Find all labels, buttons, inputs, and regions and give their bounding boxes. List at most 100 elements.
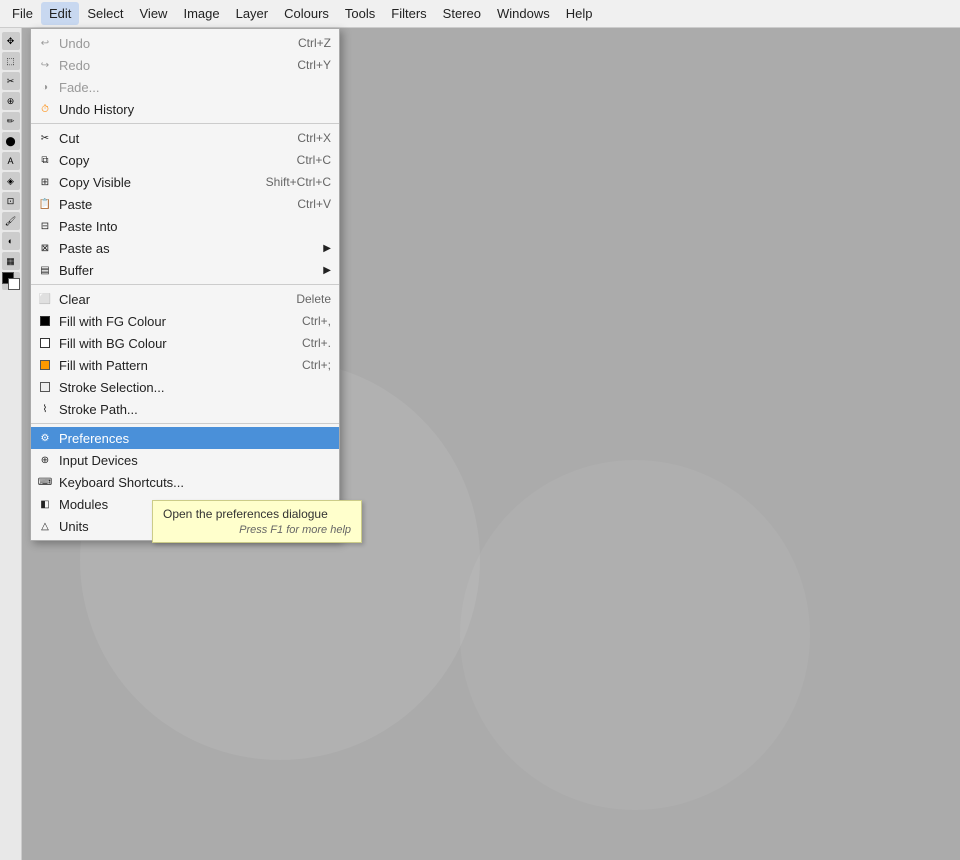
menu-item-paste-as-label: Paste as: [59, 241, 323, 256]
menu-item-stroke-path[interactable]: ⌇ Stroke Path...: [31, 398, 339, 420]
edit-dropdown-menu: ↩ Undo Ctrl+Z ↪ Redo Ctrl+Y ◑ Fade... ⏱ …: [30, 28, 340, 541]
menubar-item-layer[interactable]: Layer: [228, 2, 277, 25]
menu-item-buffer-label: Buffer: [59, 263, 323, 278]
menu-item-fade-label: Fade...: [59, 80, 331, 95]
menu-item-clear[interactable]: ⬜ Clear Delete: [31, 288, 339, 310]
bg-decoration-2: [460, 460, 810, 810]
menubar-item-help[interactable]: Help: [558, 2, 601, 25]
menubar-item-colours[interactable]: Colours: [276, 2, 337, 25]
menu-item-redo-label: Redo: [59, 58, 277, 73]
fill-pattern-icon: [37, 357, 53, 373]
undo-icon: ↩: [37, 35, 53, 51]
units-icon: △: [37, 518, 53, 534]
redo-icon: ↪: [37, 57, 53, 73]
menu-item-undo-history[interactable]: ⏱ Undo History: [31, 98, 339, 120]
menubar-item-tools[interactable]: Tools: [337, 2, 383, 25]
copy-icon: ⧉: [37, 152, 53, 168]
menu-item-paste-shortcut: Ctrl+V: [277, 197, 331, 211]
tool-5[interactable]: ✏: [2, 112, 20, 130]
paste-as-icon: ⊠: [37, 240, 53, 256]
menu-item-undo[interactable]: ↩ Undo Ctrl+Z: [31, 32, 339, 54]
menu-item-copy-visible-label: Copy Visible: [59, 175, 246, 190]
menu-item-keyboard-shortcuts-label: Keyboard Shortcuts...: [59, 475, 331, 490]
menu-item-paste-into[interactable]: ⊟ Paste Into: [31, 215, 339, 237]
undo-history-icon: ⏱: [37, 101, 53, 117]
menu-item-clear-label: Clear: [59, 292, 276, 307]
fill-fg-icon: [37, 313, 53, 329]
buffer-arrow: ▶: [323, 265, 331, 276]
menu-item-buffer[interactable]: ▤ Buffer ▶: [31, 259, 339, 281]
menu-item-stroke-selection-label: Stroke Selection...: [59, 380, 331, 395]
menu-item-fade[interactable]: ◑ Fade...: [31, 76, 339, 98]
menu-item-fill-bg[interactable]: Fill with BG Colour Ctrl+.: [31, 332, 339, 354]
tool-3[interactable]: ✂: [2, 72, 20, 90]
menu-item-preferences-label: Preferences: [59, 431, 331, 446]
menu-item-preferences[interactable]: ⚙ Preferences: [31, 427, 339, 449]
menu-item-undo-shortcut: Ctrl+Z: [278, 36, 331, 50]
tool-fg-bg[interactable]: [2, 272, 20, 290]
clear-icon: ⬜: [37, 291, 53, 307]
tool-11[interactable]: ◐: [2, 232, 20, 250]
menubar-item-stereo[interactable]: Stereo: [435, 2, 489, 25]
cut-icon: ✂: [37, 130, 53, 146]
menu-item-fill-pattern-shortcut: Ctrl+;: [282, 358, 331, 372]
stroke-path-icon: ⌇: [37, 401, 53, 417]
menu-item-copy-visible-shortcut: Shift+Ctrl+C: [246, 175, 331, 189]
menu-item-paste-into-label: Paste Into: [59, 219, 331, 234]
menu-item-paste-as[interactable]: ⊠ Paste as ▶: [31, 237, 339, 259]
menu-item-copy[interactable]: ⧉ Copy Ctrl+C: [31, 149, 339, 171]
tool-1[interactable]: ✥: [2, 32, 20, 50]
tooltip-hint-text: Press F1 for more help: [163, 524, 351, 536]
fill-bg-icon: [37, 335, 53, 351]
menubar-item-select[interactable]: Select: [79, 2, 131, 25]
input-devices-icon: ⊕: [37, 452, 53, 468]
menu-item-fill-bg-label: Fill with BG Colour: [59, 336, 282, 351]
menu-item-keyboard-shortcuts[interactable]: ⌨ Keyboard Shortcuts...: [31, 471, 339, 493]
paste-as-arrow: ▶: [323, 243, 331, 254]
separator-1: [31, 123, 339, 124]
menu-item-fill-pattern-label: Fill with Pattern: [59, 358, 282, 373]
separator-2: [31, 284, 339, 285]
menubar-item-image[interactable]: Image: [175, 2, 227, 25]
tool-7[interactable]: A: [2, 152, 20, 170]
menubar-item-file[interactable]: File: [4, 2, 41, 25]
menu-item-cut-label: Cut: [59, 131, 277, 146]
menubar-item-windows[interactable]: Windows: [489, 2, 558, 25]
menubar-item-view[interactable]: View: [132, 2, 176, 25]
fade-icon: ◑: [37, 79, 53, 95]
tool-12[interactable]: ▦: [2, 252, 20, 270]
menu-item-undo-history-label: Undo History: [59, 102, 331, 117]
menu-item-clear-shortcut: Delete: [276, 292, 331, 306]
modules-icon: ◧: [37, 496, 53, 512]
buffer-icon: ▤: [37, 262, 53, 278]
menu-item-fill-pattern[interactable]: Fill with Pattern Ctrl+;: [31, 354, 339, 376]
menu-item-fill-fg-shortcut: Ctrl+,: [282, 314, 331, 328]
menu-item-input-devices[interactable]: ⊕ Input Devices: [31, 449, 339, 471]
menu-item-cut-shortcut: Ctrl+X: [277, 131, 331, 145]
tool-8[interactable]: ◈: [2, 172, 20, 190]
menubar: File Edit Select View Image Layer Colour…: [0, 0, 960, 28]
paste-into-icon: ⊟: [37, 218, 53, 234]
tool-10[interactable]: 🖌: [2, 212, 20, 230]
menu-item-copy-visible[interactable]: ⊞ Copy Visible Shift+Ctrl+C: [31, 171, 339, 193]
tool-9[interactable]: ⊡: [2, 192, 20, 210]
menubar-item-filters[interactable]: Filters: [383, 2, 434, 25]
separator-3: [31, 423, 339, 424]
menu-item-fill-fg-label: Fill with FG Colour: [59, 314, 282, 329]
menu-item-fill-fg[interactable]: Fill with FG Colour Ctrl+,: [31, 310, 339, 332]
copy-visible-icon: ⊞: [37, 174, 53, 190]
tool-4[interactable]: ⊕: [2, 92, 20, 110]
toolbox: ✥ ⬚ ✂ ⊕ ✏ ⬤ A ◈ ⊡ 🖌 ◐ ▦: [0, 28, 22, 860]
menu-item-cut[interactable]: ✂ Cut Ctrl+X: [31, 127, 339, 149]
menu-item-stroke-selection[interactable]: Stroke Selection...: [31, 376, 339, 398]
menu-item-redo[interactable]: ↪ Redo Ctrl+Y: [31, 54, 339, 76]
tool-2[interactable]: ⬚: [2, 52, 20, 70]
keyboard-shortcuts-icon: ⌨: [37, 474, 53, 490]
menu-item-fill-bg-shortcut: Ctrl+.: [282, 336, 331, 350]
menu-item-copy-shortcut: Ctrl+C: [277, 153, 331, 167]
tool-6[interactable]: ⬤: [2, 132, 20, 150]
menu-item-paste[interactable]: 📋 Paste Ctrl+V: [31, 193, 339, 215]
menubar-item-edit[interactable]: Edit: [41, 2, 79, 25]
stroke-selection-icon: [37, 379, 53, 395]
paste-icon: 📋: [37, 196, 53, 212]
